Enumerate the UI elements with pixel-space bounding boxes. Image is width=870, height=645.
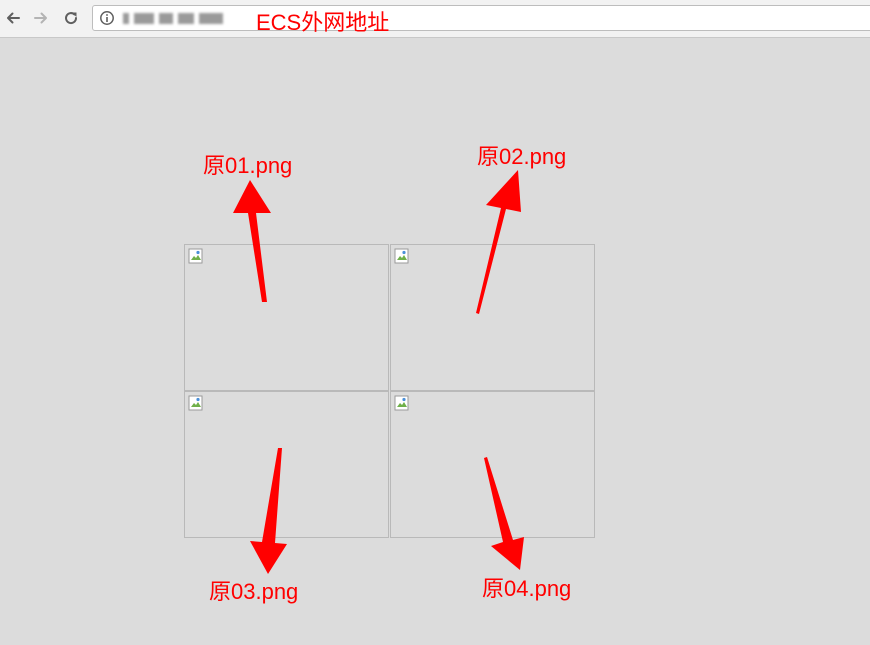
address-bar[interactable] — [92, 5, 870, 31]
url-annotation-label: ECS外网地址 — [256, 10, 390, 35]
image-cell-04[interactable] — [390, 391, 595, 538]
label-image-04: 原04.png — [482, 576, 572, 601]
broken-image-icon — [188, 248, 203, 264]
info-icon[interactable] — [99, 10, 115, 26]
url-text-blurred — [123, 13, 223, 24]
broken-image-icon — [188, 395, 203, 411]
back-button[interactable] — [2, 7, 24, 29]
arrow-right-icon — [34, 12, 47, 24]
browser-toolbar — [0, 0, 870, 38]
image-cell-03[interactable] — [184, 391, 389, 538]
label-image-02: 原02.png — [477, 144, 567, 169]
forward-button[interactable] — [30, 7, 52, 29]
reload-icon — [65, 12, 78, 25]
image-cell-01[interactable] — [184, 244, 389, 391]
broken-image-icon — [394, 248, 409, 264]
label-image-01: 原01.png — [203, 153, 293, 178]
image-cell-02[interactable] — [390, 244, 595, 391]
image-grid — [184, 244, 596, 540]
arrow-left-icon — [7, 12, 20, 24]
reload-button[interactable] — [60, 7, 82, 29]
broken-image-icon — [394, 395, 409, 411]
label-image-03: 原03.png — [209, 579, 299, 604]
